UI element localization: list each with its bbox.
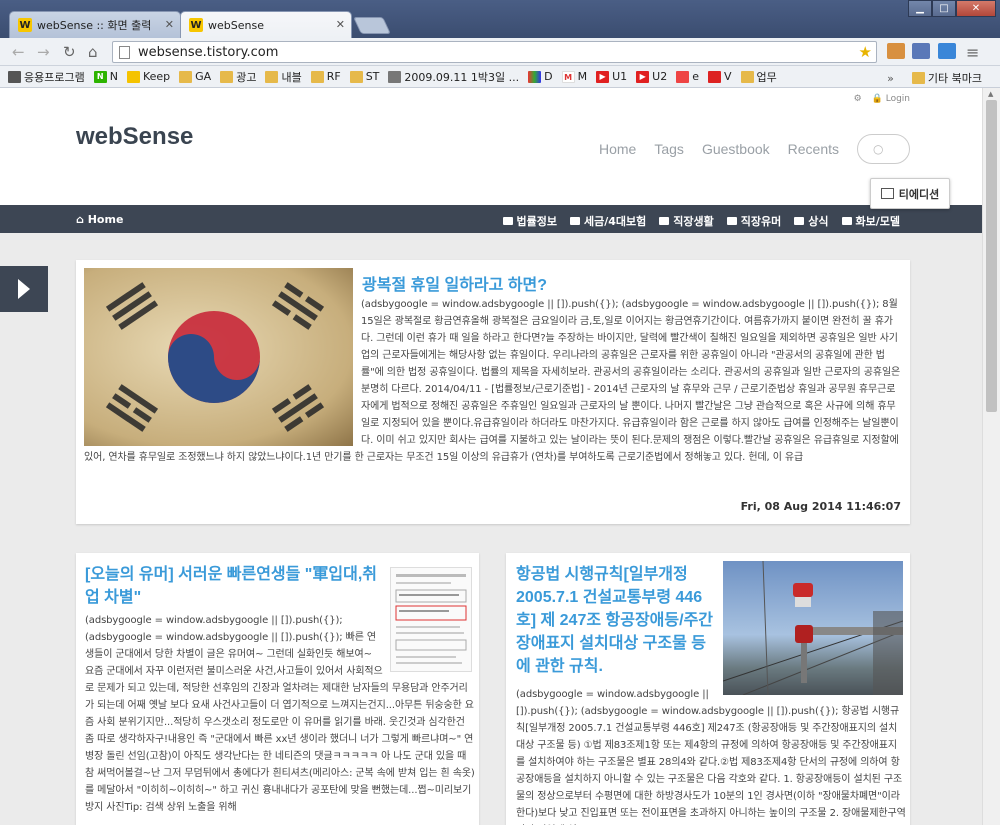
- youtube-icon: ▶: [636, 70, 650, 83]
- nav-guestbook[interactable]: Guestbook: [702, 141, 770, 157]
- menu-icon[interactable]: ≡: [966, 43, 979, 62]
- bookmark-folder[interactable]: 업무: [740, 69, 777, 85]
- category-legal[interactable]: 법률정보: [503, 213, 557, 229]
- post-card: [오늘의 유머] 서러운 빠른연생들 "軍입대,취업 차별" (adsbygoo…: [76, 553, 479, 825]
- forward-icon[interactable]: →: [37, 43, 50, 61]
- category-gallery[interactable]: 화보/모델: [842, 213, 901, 229]
- reload-icon[interactable]: ↻: [63, 43, 76, 61]
- folder-icon: [310, 70, 324, 83]
- web-page: ⚙ 🔒 Login webSense Home Tags Guestbook R…: [0, 88, 982, 825]
- post-date: Fri, 08 Aug 2014 11:46:07: [740, 500, 901, 513]
- folder-icon: [911, 72, 925, 84]
- post-thumbnail[interactable]: [723, 561, 903, 695]
- websense-favicon-icon: W: [18, 18, 32, 32]
- bookmarks-bar: 응용프로그램 NN Keep GA 광고 내블 RF ST 2009.09.11…: [0, 66, 1000, 88]
- close-tab-icon[interactable]: ✕: [165, 18, 174, 31]
- scrollbar-thumb[interactable]: [986, 100, 997, 412]
- extension-check-icon[interactable]: [938, 43, 956, 59]
- tab-title: webSense :: 화면 출력: [37, 19, 152, 32]
- site-logo[interactable]: webSense: [76, 123, 193, 151]
- bookmark-folder[interactable]: ST: [349, 70, 379, 83]
- category-knowledge[interactable]: 상식: [794, 213, 828, 229]
- tedition-button[interactable]: 티에디션: [870, 178, 950, 209]
- main-nav: Home Tags Guestbook Recents: [599, 141, 839, 157]
- category-worklife[interactable]: 직장생활: [659, 213, 713, 229]
- post-card: 항공법 시행규칙[일부개정 2005.7.1 건설교통부령 446호] 제 24…: [506, 553, 910, 825]
- site-header: ⚙ 🔒 Login webSense Home Tags Guestbook R…: [0, 88, 982, 205]
- login-link[interactable]: 🔒 Login: [872, 94, 910, 104]
- category-tax[interactable]: 세금/4대보험: [570, 213, 646, 229]
- websense-favicon-icon: W: [189, 18, 203, 32]
- keep-icon: [126, 70, 140, 83]
- nav-home[interactable]: Home: [599, 141, 636, 157]
- more-bookmarks-icon[interactable]: »: [887, 72, 894, 85]
- gmail-icon: M: [561, 70, 575, 83]
- vertical-scrollbar[interactable]: ▲: [982, 88, 1000, 825]
- post-excerpt: (adsbygoogle = window.adsbygoogle || [])…: [516, 689, 906, 819]
- folder-icon: [265, 70, 279, 83]
- bookmark-apps[interactable]: 응용프로그램: [8, 69, 85, 85]
- bookmark-folder[interactable]: 내블: [265, 69, 302, 85]
- tab-title: webSense: [208, 18, 264, 32]
- category-bar: ⌂ Home 법률정보 세금/4대보험 직장생활 직장유머 상식 화보/모델: [0, 205, 982, 233]
- bookmark-item[interactable]: ▶ U1: [596, 70, 627, 83]
- browser-tab-active[interactable]: W webSense ✕: [180, 11, 352, 38]
- folder-icon: [179, 70, 193, 83]
- address-bar[interactable]: ★: [112, 41, 877, 63]
- scroll-up-icon[interactable]: ▲: [988, 90, 993, 98]
- vivaldi-icon: [708, 70, 721, 83]
- post-title[interactable]: 항공법 시행규칙[일부개정 2005.7.1 건설교통부령 446호] 제 24…: [516, 563, 714, 678]
- url-input[interactable]: [138, 44, 838, 60]
- post-card: 광복절 휴일 일하라고 하면? (adsbygoogle = window.ad…: [76, 260, 910, 524]
- bookmark-star-icon[interactable]: ★: [859, 43, 872, 61]
- sidebar-toggle-button[interactable]: [0, 266, 48, 312]
- category-humor[interactable]: 직장유머: [727, 213, 781, 229]
- search-button[interactable]: ○: [857, 134, 910, 164]
- browser-toolbar: ← → ↻ ⌂ ★ ≡: [0, 38, 1000, 66]
- aviation-light-photo: [723, 561, 903, 695]
- minimize-icon[interactable]: ▁: [908, 0, 932, 17]
- bookmark-item[interactable]: MM: [561, 70, 587, 83]
- bookmark-folder[interactable]: 광고: [220, 69, 256, 85]
- bookmark-item[interactable]: D: [528, 70, 553, 83]
- bookmark-item[interactable]: V: [708, 70, 732, 83]
- home-icon[interactable]: ⌂: [88, 43, 98, 61]
- new-tab-button[interactable]: [353, 17, 391, 34]
- folder-icon: [740, 70, 754, 83]
- gear-icon: [388, 70, 402, 83]
- bookmark-item[interactable]: Keep: [126, 70, 170, 83]
- bookmark-item[interactable]: 2009.09.11 1박3일 ...: [388, 69, 519, 85]
- e-icon: [676, 70, 690, 83]
- folder-icon: [349, 70, 363, 83]
- home-link[interactable]: ⌂ Home: [76, 213, 123, 226]
- post-title[interactable]: [오늘의 유머] 서러운 빠른연생들 "軍입대,취업 차별": [85, 563, 377, 609]
- nav-tags[interactable]: Tags: [654, 141, 684, 157]
- bookmark-item[interactable]: ▶ U2: [636, 70, 667, 83]
- extension-window-icon[interactable]: [912, 43, 930, 59]
- youtube-icon: ▶: [596, 70, 610, 83]
- search-icon: ○: [873, 142, 884, 156]
- post-title[interactable]: 광복절 휴일 일하라고 하면?: [362, 271, 547, 295]
- tedition-icon: [880, 188, 894, 199]
- folder-icon: [220, 70, 234, 83]
- nav-recents[interactable]: Recents: [788, 141, 839, 157]
- arrow-right-icon: [18, 279, 30, 299]
- browser-tab[interactable]: W webSense :: 화면 출력 ✕: [9, 11, 181, 38]
- bookmark-folder[interactable]: GA: [179, 70, 211, 83]
- maximize-icon[interactable]: □: [932, 0, 956, 17]
- extension-pencil-icon[interactable]: [887, 43, 905, 59]
- bookmark-folder[interactable]: RF: [310, 70, 341, 83]
- bookmark-item[interactable]: NN: [93, 70, 118, 83]
- other-bookmarks-folder[interactable]: 기타 북마크: [911, 70, 982, 86]
- bookmark-item[interactable]: e: [676, 70, 699, 83]
- window-close-icon[interactable]: ✕: [956, 0, 996, 17]
- docs-icon: [528, 70, 542, 83]
- close-tab-icon[interactable]: ✕: [336, 18, 345, 31]
- page-icon: [119, 45, 130, 59]
- back-icon[interactable]: ←: [12, 43, 25, 61]
- apps-grid-icon: [8, 70, 21, 83]
- settings-icon[interactable]: ⚙: [854, 94, 862, 104]
- browser-title-bar: W webSense :: 화면 출력 ✕ W webSense ✕ ▁ □ ✕: [0, 0, 1000, 38]
- naver-icon: N: [93, 70, 107, 83]
